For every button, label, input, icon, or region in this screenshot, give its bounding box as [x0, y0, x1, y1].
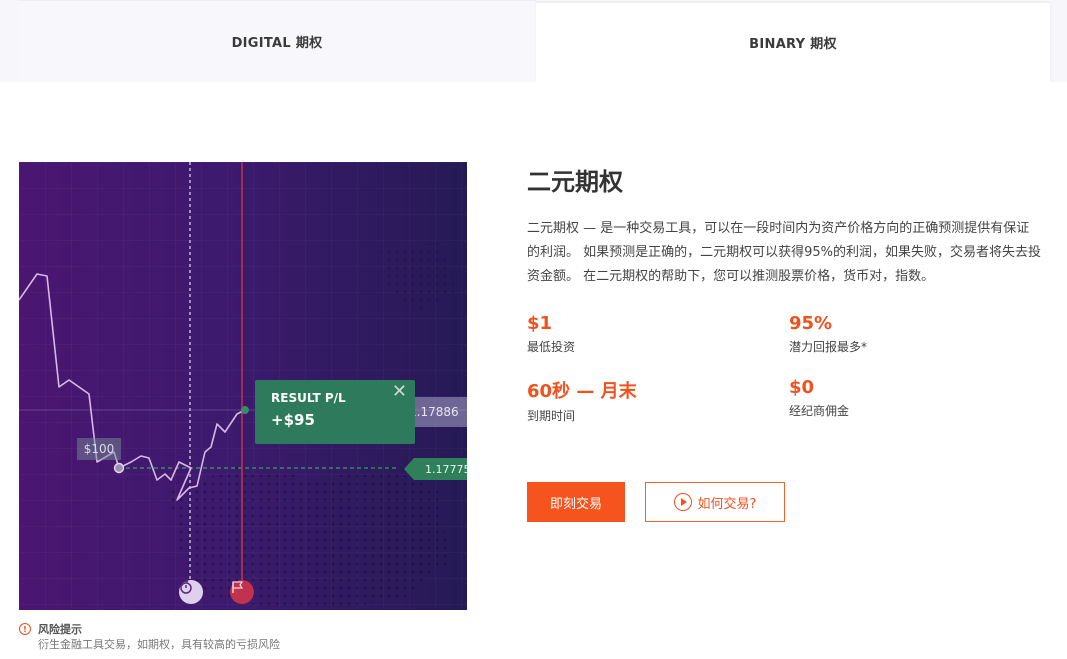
stat-max-return: 95% 潜力回报最多*: [789, 313, 867, 355]
stat-value: $0: [789, 377, 815, 398]
page-title: 二元期权: [527, 168, 623, 196]
flag-icon: [230, 580, 254, 604]
stat-label: 最低投资: [527, 340, 576, 354]
stopwatch-icon: [179, 580, 203, 604]
tab-binary-options[interactable]: BINARY 期权: [536, 3, 1050, 82]
stat-value: 60秒 — 月末: [527, 381, 637, 402]
stat-expiry-time: 60秒 — 月末 到期时间: [527, 377, 637, 424]
close-icon: ✕: [391, 381, 407, 402]
entry-point: [113, 462, 125, 474]
trade-now-button[interactable]: 即刻交易: [527, 482, 625, 522]
current-point: [241, 406, 249, 414]
trade-chart-illustration: $100 1.17886 1.17775 RESULT P/L +$95 ✕: [19, 162, 467, 610]
stat-min-investment: $1 最低投资: [527, 313, 575, 355]
description: 二元期权 — 是一种交易工具，可以在一段时间内为资产价格方向的正确预测提供有保证…: [527, 221, 1042, 284]
warning-icon: !: [19, 623, 31, 635]
risk-title: 风险提示: [38, 623, 82, 636]
stake-label: $100: [77, 438, 121, 460]
result-pl-box: RESULT P/L +$95 ✕: [255, 380, 415, 444]
tabs-bar: DIGITAL 期权 BINARY 期权: [0, 0, 1067, 82]
stat-label: 潜力回报最多*: [789, 340, 868, 354]
how-to-trade-button[interactable]: 如何交易?: [645, 482, 785, 522]
stat-value: 95%: [789, 313, 833, 334]
stat-value: $1: [527, 313, 553, 334]
result-pl-value: +$95: [271, 411, 315, 429]
world-map-dots: [169, 462, 449, 610]
risk-text: 衍生金融工具交易，如期权，具有较高的亏损风险: [38, 638, 280, 651]
play-icon: [673, 493, 692, 511]
stat-label: 到期时间: [527, 409, 576, 423]
how-to-trade-label: 如何交易?: [697, 496, 757, 512]
stat-label: 经纪商佣金: [789, 404, 850, 418]
entry-price-tag: 1.17775: [404, 458, 467, 480]
stat-commission: $0 经纪商佣金: [789, 377, 849, 419]
tab-digital-options[interactable]: DIGITAL 期权: [18, 0, 536, 82]
